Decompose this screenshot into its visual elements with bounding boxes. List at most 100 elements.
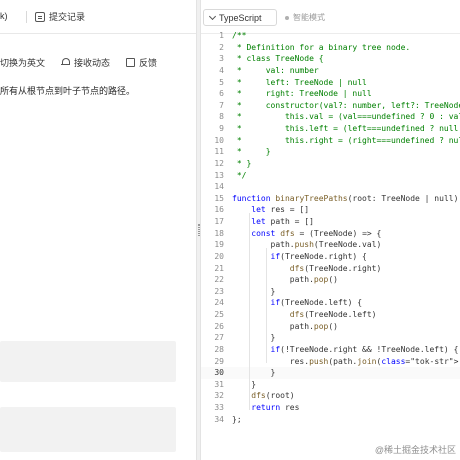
drag-handle-icon — [198, 224, 200, 236]
code-line[interactable]: 14 — [201, 181, 460, 193]
code-line[interactable]: 20 if(TreeNode.right) { — [201, 251, 460, 263]
code-line-text: * this.left = (left===undefined ? null :… — [236, 124, 459, 133]
code-line[interactable]: 3 * class TreeNode { — [201, 53, 460, 65]
line-number: 17 — [214, 217, 224, 226]
switch-language-button[interactable]: 切换为英文 — [0, 56, 45, 69]
code-line[interactable]: 7 * constructor(val?: number, left?: Tre… — [201, 100, 460, 112]
code-line-text: * this.right = (right===undefined ? null… — [236, 135, 460, 145]
code-area[interactable]: 1 /** 2 * Definition for a binary tree nod… — [201, 30, 460, 425]
code-line-text: * } — [232, 158, 252, 168]
line-number: 28 — [214, 344, 224, 354]
tab-submissions[interactable]: 提交记录 — [35, 10, 85, 23]
notify-button[interactable]: 接收动态 — [61, 56, 110, 69]
line-number: 4 — [219, 65, 224, 75]
code-line-text: dfs(TreeNode.right) — [289, 263, 382, 273]
code-line[interactable]: 22 path.pop() — [201, 274, 460, 286]
line-number: 12 — [214, 158, 224, 168]
code-line[interactable]: 31 } — [201, 379, 460, 391]
code-line-text: * class TreeNode { — [232, 54, 324, 64]
chevron-down-icon — [208, 12, 217, 20]
bell-icon — [61, 57, 71, 67]
code-line[interactable]: 29 res.push(path.join(class="tok-str">'-… — [201, 356, 460, 368]
line-number: 5 — [219, 77, 224, 87]
language-select-value: TypeScript — [219, 12, 262, 23]
line-number: 30 — [214, 368, 224, 378]
code-line[interactable]: 10 * this.right = (right===undefined ? n… — [201, 135, 460, 147]
code-line[interactable]: 28 if(!TreeNode.right && !TreeNode.left)… — [201, 344, 460, 356]
line-number: 8 — [219, 112, 224, 122]
code-line[interactable]: 13 */ — [201, 170, 460, 182]
status-dot-icon — [285, 15, 289, 20]
line-number: 11 — [214, 147, 224, 157]
code-line[interactable]: 6 * right: TreeNode | null — [201, 88, 460, 100]
code-line[interactable]: 25 dfs(TreeNode.left) — [201, 309, 460, 321]
smart-mode-toggle[interactable]: 智能模式 — [285, 12, 325, 23]
line-number: 14 — [214, 182, 224, 192]
editor-toolbar: TypeScript 智能模式 — [201, 0, 460, 34]
line-number: 32 — [214, 391, 224, 401]
code-line[interactable]: 16 let res = [] — [201, 204, 460, 216]
code-line-text: } — [232, 379, 257, 389]
code-line[interactable]: 2 * Definition for a binary tree node. — [201, 42, 460, 54]
submissions-icon — [35, 11, 45, 22]
notify-label: 接收动态 — [74, 57, 111, 68]
feedback-button[interactable]: 反馈 — [126, 56, 157, 69]
code-line-text: } — [232, 286, 276, 296]
indent-guide — [266, 248, 267, 363]
code-line[interactable]: 9 * this.left = (left===undefined ? null… — [201, 123, 460, 135]
code-line-text: } — [232, 368, 276, 378]
code-line-text: let path = [] — [251, 217, 314, 226]
code-line-text: * left: TreeNode | null — [232, 77, 367, 87]
code-line[interactable]: 1 /** — [201, 30, 460, 42]
tab-submissions-label: 提交记录 — [49, 12, 86, 22]
code-line-text: if(TreeNode.left) { — [270, 298, 363, 308]
feedback-label: 反馈 — [139, 57, 158, 68]
code-line[interactable]: 19 path.push(TreeNode.val) — [201, 239, 460, 251]
code-line[interactable]: 34}; — [201, 414, 460, 426]
switch-language-label: 切换为英文 — [0, 57, 46, 68]
line-number: 23 — [214, 286, 224, 296]
code-line[interactable]: 27 } — [201, 332, 460, 344]
code-line[interactable]: 18 const dfs = (TreeNode) => { — [201, 228, 460, 240]
code-line[interactable]: 5 * left: TreeNode | null — [201, 77, 460, 89]
code-line[interactable]: 23 } — [201, 286, 460, 298]
line-number: 10 — [214, 135, 224, 145]
code-line[interactable]: 21 dfs(TreeNode.right) — [201, 263, 460, 275]
code-line-text: * constructor(val?: number, left?: TreeN… — [236, 100, 460, 110]
line-number: 1 — [219, 31, 224, 40]
code-line[interactable]: 4 * val: number — [201, 65, 460, 77]
line-number: 34 — [214, 414, 224, 424]
line-number: 22 — [214, 275, 224, 285]
code-line[interactable]: 24 if(TreeNode.left) { — [201, 297, 460, 309]
code-line-text: function binaryTreePaths(root: TreeNode … — [232, 193, 460, 203]
code-line[interactable]: 30 } — [201, 367, 460, 379]
language-select[interactable]: TypeScript — [203, 9, 277, 26]
tab-fragment[interactable]: k) — [0, 11, 8, 21]
code-line-text: */ — [232, 170, 247, 180]
line-number: 18 — [214, 228, 224, 238]
code-line-text: }; — [232, 414, 242, 424]
code-line[interactable]: 33 return res — [201, 402, 460, 414]
line-number: 21 — [214, 263, 224, 273]
code-line[interactable]: 12 * } — [201, 158, 460, 170]
code-line-text: } — [232, 333, 276, 343]
line-number: 20 — [214, 251, 224, 261]
line-number: 2 — [219, 42, 224, 52]
problem-description: 所有从根节点到叶子节点的路径。 — [0, 86, 136, 96]
code-line[interactable]: 26 path.pop() — [201, 321, 460, 333]
watermark: @稀土掘金技术社区 — [374, 445, 456, 455]
code-line-text: * right: TreeNode | null — [232, 89, 372, 99]
code-line-text: return res — [251, 403, 300, 412]
example-block — [0, 341, 176, 382]
feedback-icon — [126, 57, 136, 67]
code-line[interactable]: 17 let path = [] — [201, 216, 460, 228]
line-number: 13 — [214, 170, 224, 180]
indent-guide — [249, 213, 250, 410]
code-line[interactable]: 15 function binaryTreePaths(root: TreeNod… — [201, 193, 460, 205]
code-line[interactable]: 11 * } — [201, 146, 460, 158]
code-line[interactable]: 32 dfs(root) — [201, 390, 460, 402]
line-number: 16 — [214, 205, 224, 215]
code-line[interactable]: 8 * this.val = (val===undefined ? 0 : va… — [201, 111, 460, 123]
code-line-text: /** — [232, 31, 247, 40]
code-editor[interactable]: TypeScript 智能模式 1 /** 2 * Definition for a… — [201, 0, 460, 460]
